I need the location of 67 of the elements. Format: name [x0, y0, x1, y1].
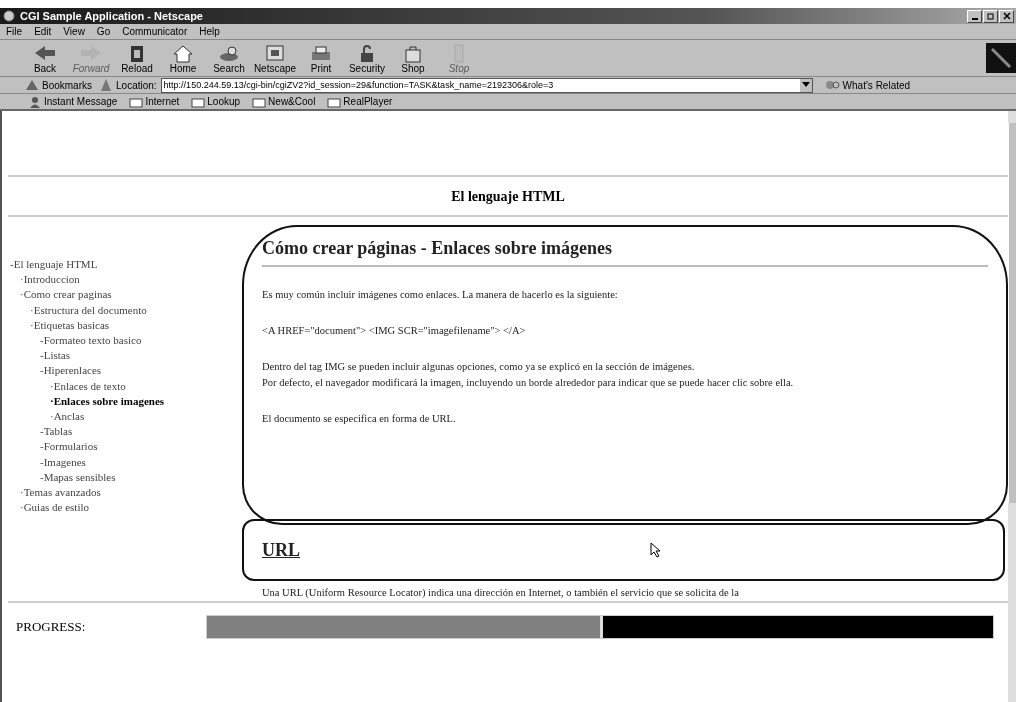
tree-link[interactable]: -Tablas [10, 424, 235, 440]
tree-link[interactable]: -Listas [10, 348, 235, 364]
personal-toolbar-button[interactable]: New&Cool [252, 95, 320, 108]
tree-link[interactable]: ·Enlaces de texto [10, 378, 235, 394]
cursor-icon [650, 542, 662, 558]
toolbar-button[interactable]: Security [344, 42, 390, 74]
paragraph: Dentro del tag IMG se pueden incluir algunas opciones, como ya se explicó en la sección de imágenes. Por defecto, el navegador modificará la imagen, incluyendo un borde alrededor para indicar que se puede hacer clic sobre ella. [262, 360, 795, 390]
tree-link[interactable]: -Formularios [10, 439, 235, 455]
tree-link[interactable]: ·Temas avanzados [10, 485, 235, 501]
menu-item[interactable]: Edit [34, 26, 52, 37]
folder-icon [252, 95, 267, 108]
tree-link[interactable]: -Mapas sensibles [10, 469, 235, 486]
toolbar-button[interactable]: Shop [390, 42, 436, 74]
menu-item[interactable]: Go [96, 26, 111, 37]
page-title: El lenguaje HTML [450, 188, 566, 206]
personal-toolbar-button[interactable]: RealPlayer [327, 95, 397, 108]
tree-link[interactable]: ·Etiquetas basicas [10, 317, 235, 333]
tree-link[interactable]: ·Estructura del documento [10, 302, 235, 318]
tree-link[interactable]: ·Anclas [10, 409, 235, 425]
personal-toolbar-button[interactable]: Internet [129, 95, 184, 108]
tree-link[interactable]: ·Enlaces sobre imagenes [10, 393, 235, 410]
close-button[interactable] [999, 9, 1014, 23]
scroll-thumb[interactable] [1008, 123, 1016, 503]
toolbar-button[interactable]: Reload [114, 42, 160, 74]
menu-item[interactable]: File [6, 26, 23, 37]
minimize-button[interactable] [967, 9, 982, 23]
paragraph: Una URL (Uniform Resource Locator) indica una dirección en Internet, o también el servicio que se solicita de la [262, 586, 740, 600]
toolbar-button[interactable]: Back [22, 42, 68, 74]
close-icon [1002, 12, 1011, 20]
folder-icon [129, 95, 144, 108]
restore-icon [986, 12, 995, 20]
tree-link[interactable]: -Formateo texto basico [10, 333, 235, 349]
scrollbar[interactable] [1008, 111, 1016, 702]
toolbar-button[interactable]: Netscape [252, 42, 298, 74]
app-icon [2, 9, 16, 23]
window-title: CGI Sample Application - Netscape [20, 10, 204, 22]
tree-link[interactable]: ·Como crear paginas [10, 287, 235, 303]
bookmarks-button[interactable]: Bookmarks [24, 78, 96, 92]
tree-link[interactable]: -El lenguaje HTML [10, 257, 235, 273]
progress-label: PROGRESS: [16, 619, 87, 635]
whats-related-button[interactable]: What's Related [824, 78, 915, 92]
toolbar-button[interactable]: Print [298, 42, 344, 74]
restore-button[interactable] [983, 9, 998, 23]
paragraph: <A HREF="document"> <IMG SCR="imagefilename"> </A> [262, 324, 527, 338]
paragraph: Es muy común incluir imágenes como enlaces. La manera de hacerlo es la siguiente: [262, 288, 619, 302]
folder-icon [327, 95, 342, 108]
monitor-icon [263, 42, 287, 63]
netscape-logo-icon [986, 43, 1016, 73]
menu-item[interactable]: Help [199, 26, 220, 37]
location-label: Location: [116, 79, 157, 91]
tree-link[interactable]: -Imagenes [10, 454, 235, 470]
tree-link[interactable]: -Hiperenlaces [10, 363, 235, 379]
dropdown-arrow-icon [801, 82, 810, 88]
toolbar-button[interactable]: Search [206, 42, 252, 74]
section-link[interactable]: URL [262, 539, 300, 561]
toolbar-button[interactable]: Home [160, 42, 206, 74]
tree-link[interactable]: ·Guias de estilo [10, 500, 235, 516]
menu-item[interactable]: Communicator [122, 26, 188, 37]
personal-toolbar-button[interactable]: Lookup [191, 95, 245, 108]
personal-toolbar-button[interactable]: Instant Message [28, 95, 122, 108]
paragraph: El documento se especifica en forma de URL. [262, 412, 457, 426]
location-field[interactable]: http://150.244.59.13/cgi-bin/cgiZV2?id_session=29&function=TASK&task_name=2192306&role=3 [160, 77, 813, 93]
person-icon [28, 95, 42, 108]
folder-icon [191, 95, 206, 108]
tree-link[interactable]: ·Introduccion [10, 272, 235, 288]
section-heading: Cómo crear páginas - Enlaces sobre imágenes [262, 233, 988, 267]
menu-item[interactable]: View [63, 26, 85, 37]
